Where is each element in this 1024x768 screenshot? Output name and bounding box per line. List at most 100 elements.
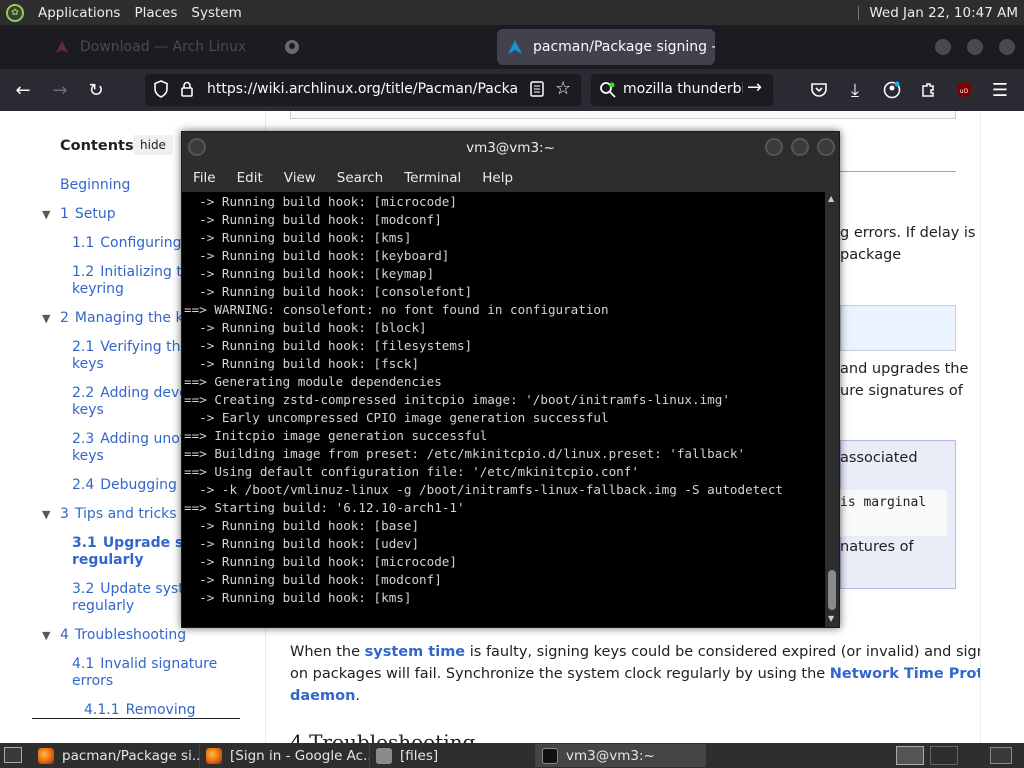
url-bar[interactable]: https://wiki.archlinux.org/title/Pacman/… <box>145 74 581 106</box>
article-text: g errors. If delay is <box>840 225 976 241</box>
reader-view-icon[interactable] <box>530 81 544 101</box>
extensions-icon[interactable] <box>915 77 941 103</box>
places-menu[interactable]: Places <box>134 5 177 21</box>
forward-icon[interactable]: → <box>47 77 73 103</box>
workspace-2[interactable] <box>930 746 958 765</box>
menu-terminal[interactable]: Terminal <box>404 170 461 186</box>
shield-icon[interactable] <box>153 80 169 102</box>
article-paragraph: on packages will fail. Synchronize the s… <box>290 666 1017 682</box>
chevron-down-icon[interactable]: ▼ <box>42 629 50 642</box>
toc-item-cont[interactable]: keyring <box>72 281 124 298</box>
arch-icon <box>54 39 70 55</box>
terminal-output[interactable]: -> Running build hook: [microcode] -> Ru… <box>182 192 825 627</box>
toc-item-cont[interactable]: errors <box>72 673 113 690</box>
workspace-1[interactable] <box>896 746 924 765</box>
toc-item[interactable]: 4.1 Invalid signature <box>72 656 217 673</box>
terminal-window[interactable]: vm3@vm3:~ File Edit View Search Terminal… <box>181 131 840 628</box>
toc-item-cont[interactable]: keys <box>72 402 104 419</box>
menu-edit[interactable]: Edit <box>237 170 263 186</box>
toc-item[interactable]: 2 Managing the key <box>60 310 200 327</box>
bookmark-star-icon[interactable]: ☆ <box>555 78 571 99</box>
toc-item[interactable]: 1.1 Configuring p <box>72 235 195 252</box>
section-heading: 4 Troubleshooting <box>290 730 476 743</box>
toc-item[interactable]: 2.3 Adding unoffi <box>72 431 193 448</box>
firefox-icon <box>38 747 54 764</box>
scroll-up-icon[interactable]: ▲ <box>828 194 834 203</box>
maximize-button[interactable] <box>791 138 809 156</box>
search-input[interactable]: mozilla thunderbird <box>623 81 743 97</box>
browser-tab-active[interactable]: pacman/Package signing - A <box>497 29 715 65</box>
lock-icon[interactable] <box>181 81 193 101</box>
system-time-link[interactable]: system time <box>365 644 465 660</box>
minimize-button[interactable] <box>765 138 783 156</box>
close-window-button[interactable] <box>999 39 1015 55</box>
taskbar-item[interactable]: [files] <box>370 744 536 767</box>
article-paragraph: daemon. <box>290 688 361 704</box>
menu-view[interactable]: View <box>284 170 316 186</box>
distro-logo-icon[interactable]: ✿ <box>6 3 24 22</box>
terminal-scrollbar[interactable]: ▲ ▼ <box>825 192 839 627</box>
close-button[interactable] <box>817 138 835 156</box>
toc-hide-button[interactable]: hide <box>133 135 173 155</box>
chevron-down-icon[interactable]: ▼ <box>42 312 50 325</box>
system-menu[interactable]: System <box>191 5 241 21</box>
terminal-line: ==> WARNING: consolefont: no font found … <box>184 302 609 317</box>
ntp-daemon-link[interactable]: daemon <box>290 688 355 704</box>
browser-tab[interactable] <box>274 29 489 65</box>
terminal-line: -> Running build hook: [modconf] <box>184 572 442 587</box>
search-go-icon[interactable]: → <box>747 77 762 98</box>
back-icon[interactable]: ← <box>10 77 36 103</box>
menu-help[interactable]: Help <box>482 170 513 186</box>
ublock-origin-icon[interactable]: uO <box>951 77 977 103</box>
panel-separator <box>858 5 860 20</box>
menu-search[interactable]: Search <box>337 170 383 186</box>
toc-item[interactable]: 4.1.1 Removing <box>84 702 195 719</box>
terminal-line: ==> Creating zstd-compressed initcpio im… <box>184 392 730 407</box>
terminal-line: -> Running build hook: [udev] <box>184 536 420 551</box>
toc-item[interactable]: 1 Setup <box>60 206 116 223</box>
toc-item-cont[interactable]: keys <box>72 448 104 465</box>
chevron-down-icon[interactable]: ▼ <box>42 508 50 521</box>
pocket-icon[interactable] <box>806 77 832 103</box>
chevron-down-icon[interactable]: ▼ <box>42 208 50 221</box>
url-text[interactable]: https://wiki.archlinux.org/title/Pacman/… <box>207 81 517 97</box>
account-icon[interactable] <box>879 77 905 103</box>
maximize-window-button[interactable] <box>967 39 983 55</box>
search-bar[interactable]: mozilla thunderbird → <box>591 74 773 106</box>
search-engine-icon[interactable] <box>599 81 617 103</box>
terminal-title: vm3@vm3:~ <box>466 140 555 156</box>
taskbar-item[interactable]: [Sign in - Google Ac... <box>200 744 370 767</box>
scroll-down-icon[interactable]: ▼ <box>828 614 834 623</box>
terminal-icon <box>542 747 558 764</box>
menu-file[interactable]: File <box>193 170 216 186</box>
terminal-line: -> -k /boot/vmlinuz-linux -g /boot/initr… <box>184 482 783 497</box>
applications-menu[interactable]: Applications <box>38 5 120 21</box>
downloads-icon[interactable]: ⤓ <box>842 77 868 103</box>
toc-item[interactable]: 2.1 Verifying the <box>72 339 189 356</box>
terminal-line: -> Running build hook: [fsck] <box>184 356 420 371</box>
toc-item-cont[interactable]: regularly <box>72 598 134 615</box>
toc-item-beginning[interactable]: Beginning <box>60 177 130 194</box>
article-text: and upgrades the <box>840 361 969 377</box>
terminal-line: ==> Using default configuration file: '/… <box>184 464 639 479</box>
clock[interactable]: Wed Jan 22, 10:47 AM <box>869 5 1018 21</box>
browser-tab[interactable]: Download — Arch Linux <box>44 29 264 65</box>
taskbar-item[interactable]: pacman/Package si... <box>32 744 200 767</box>
toc-item-cont[interactable]: regularly <box>72 552 143 569</box>
toc-item[interactable]: 2.4 Debugging w <box>72 477 193 494</box>
svg-text:uO: uO <box>960 88 969 95</box>
terminal-line: -> Running build hook: [block] <box>184 320 427 335</box>
toc-item[interactable]: 4 Troubleshooting <box>60 627 186 644</box>
arch-icon <box>507 39 523 55</box>
minimize-window-button[interactable] <box>935 39 951 55</box>
toc-item-cont[interactable]: keys <box>72 356 104 373</box>
toc-item[interactable]: 3 Tips and tricks <box>60 506 177 523</box>
reload-icon[interactable]: ↻ <box>83 77 109 103</box>
scrollbar-thumb[interactable] <box>828 570 836 610</box>
note-box <box>290 111 956 119</box>
trash-icon[interactable] <box>990 747 1012 764</box>
terminal-titlebar[interactable]: vm3@vm3:~ <box>182 132 839 164</box>
show-desktop-icon[interactable] <box>4 747 22 763</box>
taskbar-item-active[interactable]: vm3@vm3:~ <box>536 744 706 767</box>
hamburger-menu-icon[interactable]: ☰ <box>987 77 1013 103</box>
